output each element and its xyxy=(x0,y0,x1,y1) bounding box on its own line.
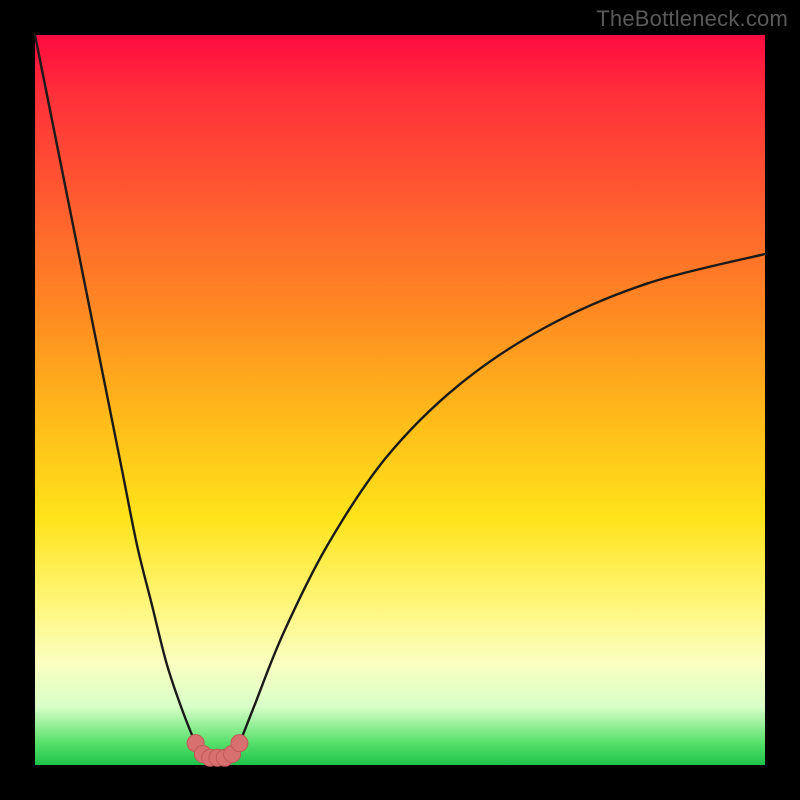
chart-frame: TheBottleneck.com xyxy=(0,0,800,800)
plot-area xyxy=(35,35,765,765)
watermark-text: TheBottleneck.com xyxy=(596,6,788,32)
bottleneck-curve xyxy=(35,35,765,758)
valley-markers-group xyxy=(187,735,248,767)
valley-marker xyxy=(231,735,248,752)
curve-svg xyxy=(35,35,765,765)
